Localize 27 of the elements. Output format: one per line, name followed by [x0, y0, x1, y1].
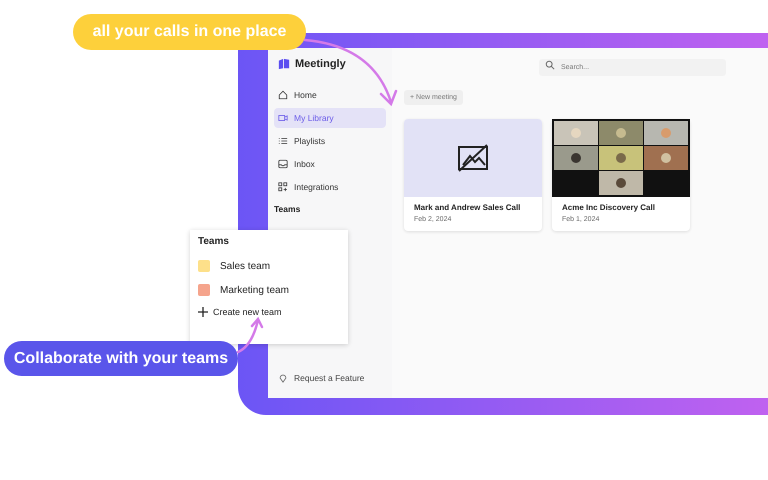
no-image-icon: [457, 144, 489, 172]
team-item[interactable]: Marketing team: [198, 279, 340, 301]
callout-label: Collaborate with your teams: [4, 341, 238, 376]
create-team-button[interactable]: Create new team: [198, 303, 340, 317]
meeting-title: Acme Inc Discovery Call: [561, 202, 656, 214]
sidebar-item[interactable]: Integrations: [274, 177, 386, 197]
sidebar-item[interactable]: Inbox: [274, 154, 386, 174]
plus-icon: [198, 307, 208, 317]
sidebar-item[interactable]: Playlists: [274, 131, 386, 151]
curved-arrow: [236, 316, 266, 356]
home-icon: [278, 90, 288, 100]
list-icon: [278, 136, 288, 146]
search-icon: [545, 60, 555, 70]
team-item[interactable]: Sales team: [198, 255, 340, 277]
grid-icon: [278, 182, 288, 192]
video-icon: [278, 113, 288, 123]
popup-title: Teams: [198, 236, 230, 247]
request-feature-link[interactable]: Request a Feature: [274, 368, 386, 388]
meeting-title: Mark and Andrew Sales Call: [413, 202, 522, 214]
sidebar-item[interactable]: My Library: [274, 108, 386, 128]
callout-label: all your calls in one place: [73, 14, 306, 50]
pin-icon: [278, 373, 288, 383]
sidebar-item[interactable]: Home: [274, 85, 386, 105]
logo-text: Meetingly: [295, 58, 346, 70]
inbox-icon: [278, 159, 288, 169]
section-heading: Teams: [274, 203, 302, 216]
logo-icon: [278, 58, 290, 70]
